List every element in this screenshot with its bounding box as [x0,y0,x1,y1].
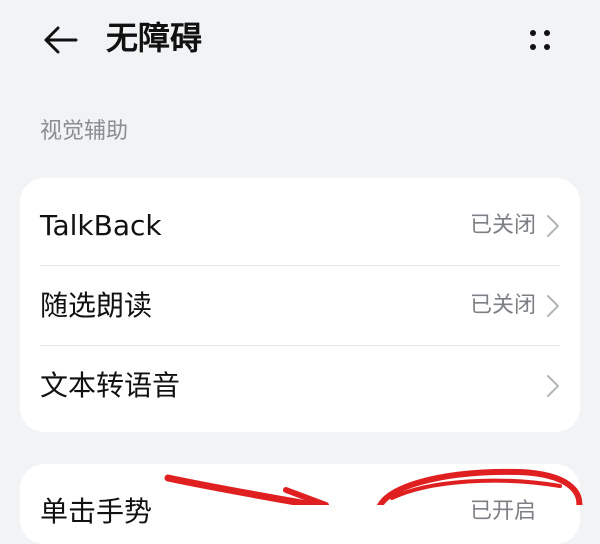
chevron-right-icon [547,215,559,237]
visual-aids-card: TalkBack 已关闭 随选朗读 已关闭 文本转语音 [20,178,580,432]
back-arrow-icon [44,26,78,54]
row-status: 已开启 [469,499,536,524]
section-label-visual-aids: 视觉辅助 [40,119,129,144]
more-dots-icon [530,30,550,50]
more-options-button[interactable] [520,20,560,60]
settings-row-single-tap-gesture[interactable]: 单击手势 已开启 [20,464,580,544]
back-button[interactable] [40,20,80,60]
row-status: 已关闭 [469,213,536,238]
row-label: 随选朗读 [40,289,153,322]
settings-row-select-to-speak[interactable]: 随选朗读 已关闭 [20,266,580,346]
row-label: TalkBack [40,209,162,242]
app-header: 无障碍 [0,0,600,80]
settings-row-talkback[interactable]: TalkBack 已关闭 [20,186,580,266]
chevron-right-icon [547,295,559,317]
settings-row-text-to-speech[interactable]: 文本转语音 [20,346,580,426]
page-title: 无障碍 [106,19,203,57]
next-settings-card: 单击手势 已开启 [20,464,580,544]
chevron-right-icon [547,375,559,397]
row-label: 文本转语音 [40,369,181,402]
row-status: 已关闭 [469,293,536,318]
row-label: 单击手势 [40,495,153,528]
